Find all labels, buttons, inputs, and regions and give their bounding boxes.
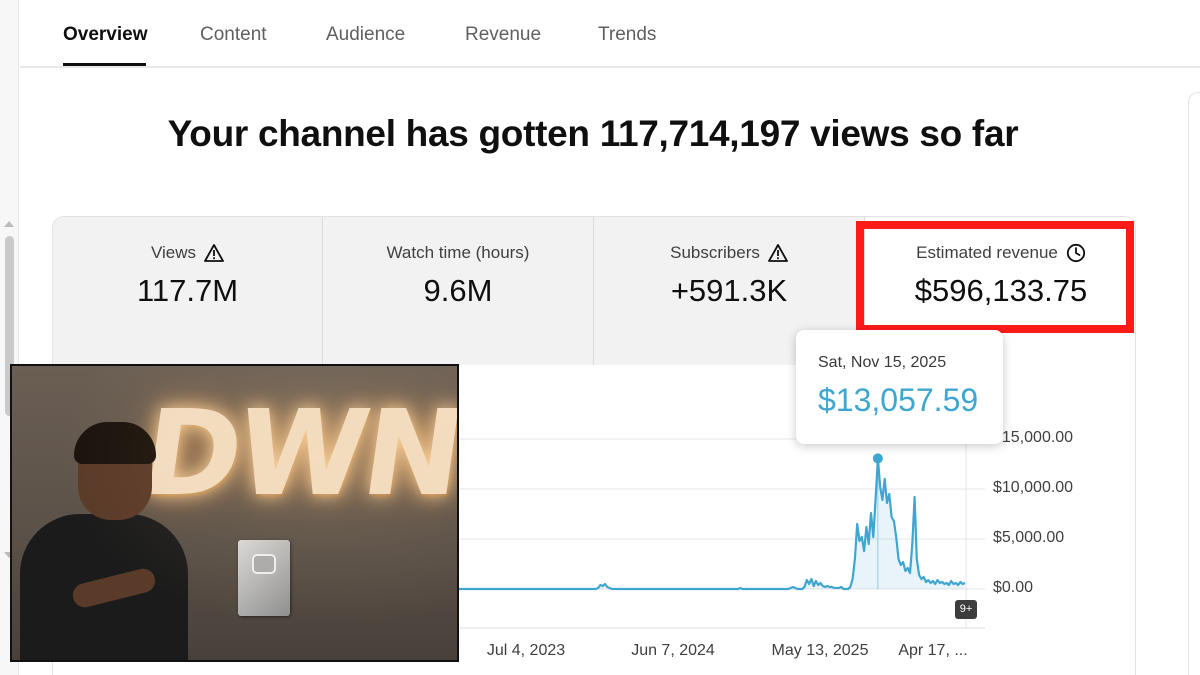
metric-label-row: Views bbox=[53, 243, 322, 263]
metric-label: Views bbox=[150, 243, 197, 262]
metric-value: 117.7M bbox=[136, 273, 239, 308]
tab-audience[interactable]: Audience bbox=[326, 24, 405, 46]
chart-tooltip: Sat, Nov 15, 2025 $13,057.59 bbox=[796, 330, 1003, 444]
metric-label: Subscribers bbox=[670, 243, 760, 262]
metric-label-row: Subscribers bbox=[594, 243, 864, 263]
metric-watch-time[interactable]: Watch time (hours) 9.6M bbox=[323, 217, 594, 365]
revenue-highlight-box bbox=[856, 221, 1134, 333]
tab-overview[interactable]: Overview bbox=[63, 24, 148, 46]
metric-value: 9.6M bbox=[423, 273, 493, 308]
x-axis-tick-label: Jun 7, 2024 bbox=[631, 642, 715, 659]
metric-value: +591.3K bbox=[670, 273, 788, 308]
x-axis-tick-label: Jul 4, 2023 bbox=[486, 642, 566, 659]
warning-icon[interactable] bbox=[767, 244, 788, 262]
x-axis-tick-label: Apr 17, ... bbox=[898, 642, 968, 659]
tooltip-value: $13,057.59 bbox=[818, 382, 979, 418]
metric-views[interactable]: Views 117.7M bbox=[53, 217, 323, 365]
y-axis-tick-label: $15,000.00 bbox=[993, 429, 1074, 446]
tab-trends[interactable]: Trends bbox=[598, 24, 656, 46]
warning-icon[interactable] bbox=[204, 244, 224, 262]
annotations-badge[interactable]: 9+ bbox=[955, 600, 977, 619]
creator-photo-overlay: DWN bbox=[10, 364, 459, 662]
side-panel bbox=[1188, 92, 1200, 675]
y-axis-tick-label: $0.00 bbox=[993, 579, 1034, 596]
metric-label-row: Watch time (hours) bbox=[323, 243, 593, 263]
photo-lighting bbox=[12, 366, 457, 660]
tab-revenue[interactable]: Revenue bbox=[465, 24, 541, 46]
y-axis-tick-label: $5,000.00 bbox=[993, 529, 1065, 546]
analytics-tab-bar: Overview Content Audience Revenue Trends bbox=[20, 0, 1200, 68]
scroll-up-arrow-icon[interactable] bbox=[4, 221, 14, 227]
tooltip-date: Sat, Nov 15, 2025 bbox=[818, 354, 947, 371]
y-axis-tick-label: $10,000.00 bbox=[993, 479, 1074, 496]
active-tab-indicator bbox=[63, 63, 146, 66]
tab-content[interactable]: Content bbox=[200, 24, 267, 46]
metric-label: Watch time (hours) bbox=[386, 243, 530, 262]
page-title: Your channel has gotten 117,714,197 view… bbox=[167, 113, 1019, 154]
x-axis-tick-label: May 13, 2025 bbox=[771, 642, 869, 659]
